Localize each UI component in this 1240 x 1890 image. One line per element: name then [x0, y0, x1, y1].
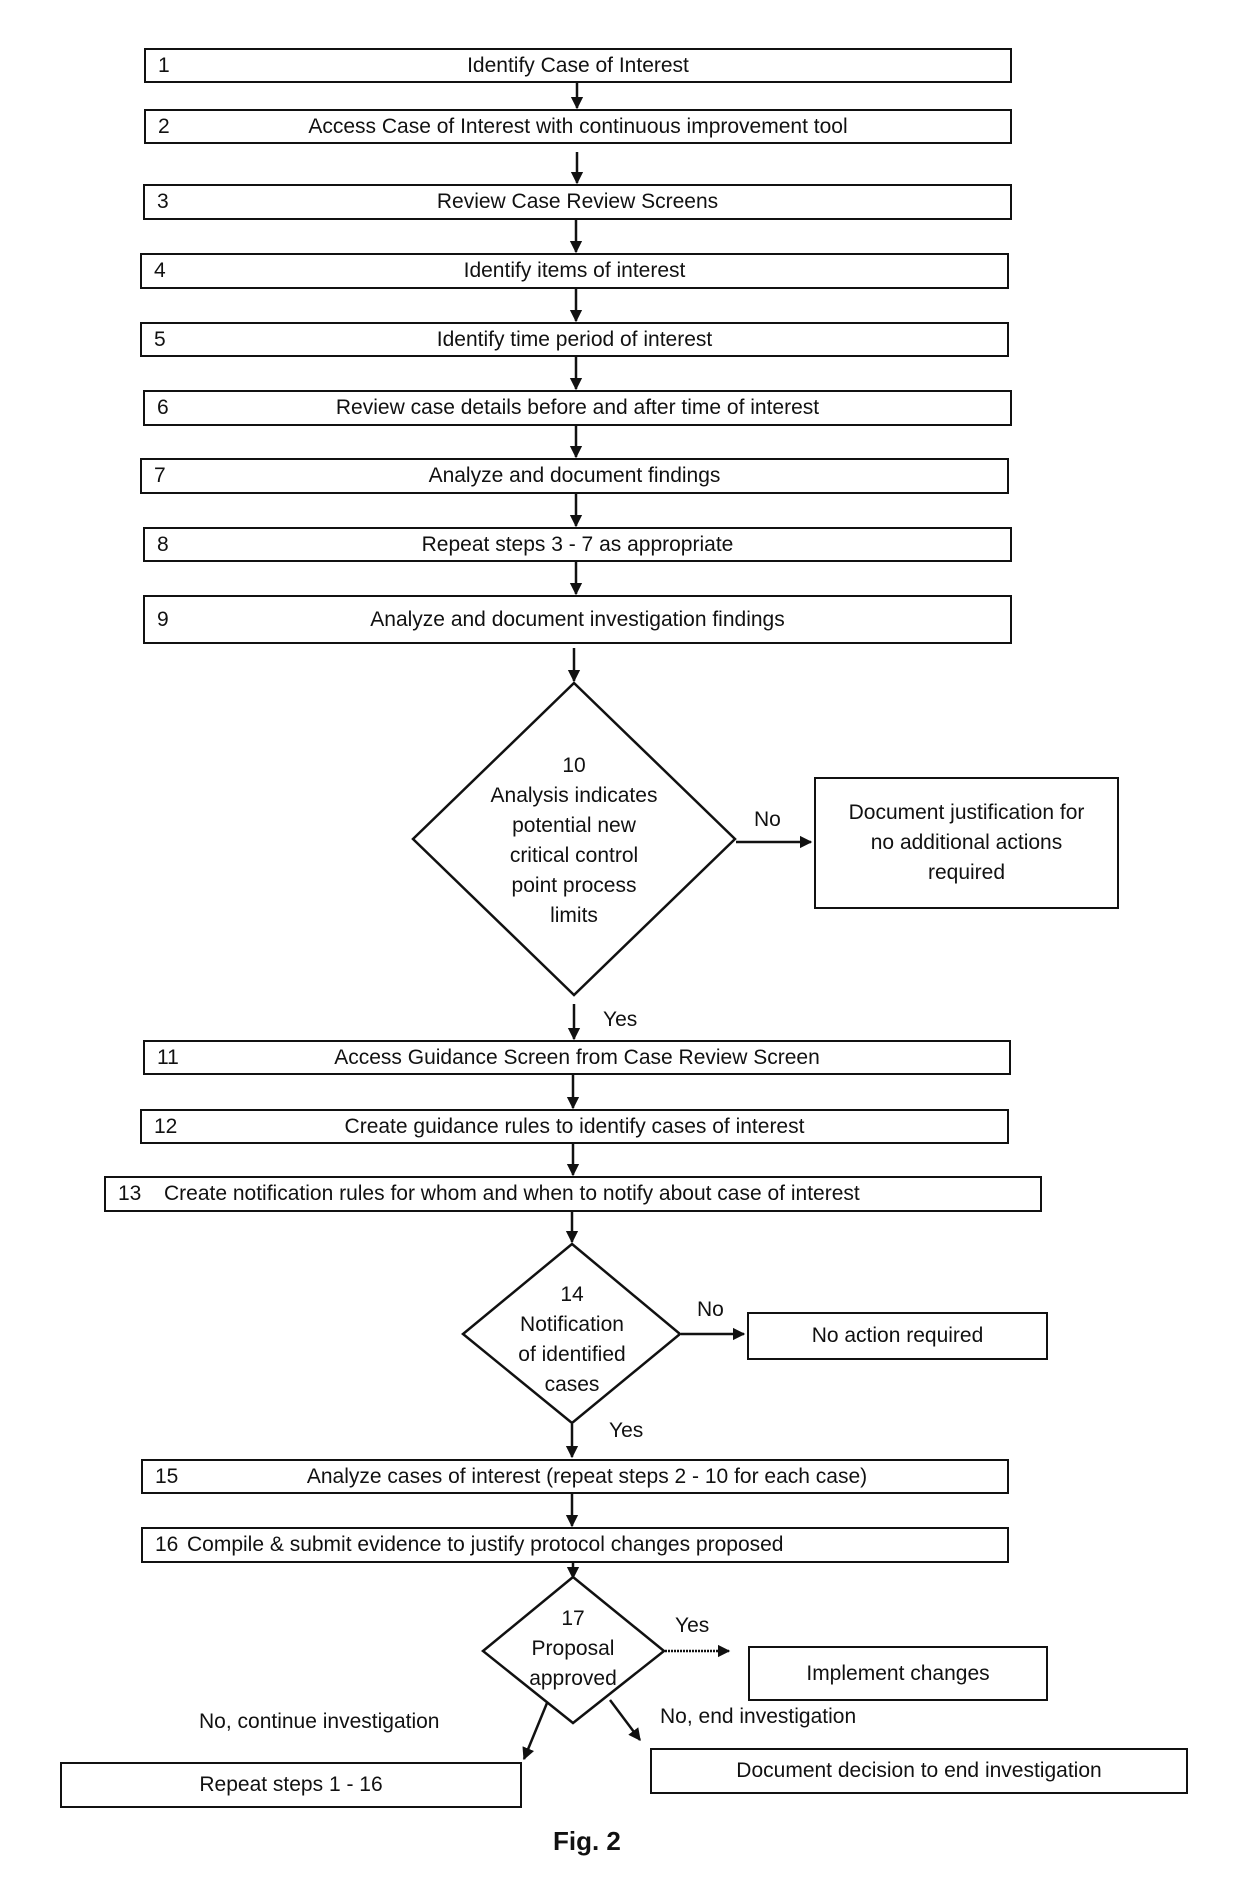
- decision-line: Notification: [520, 1313, 624, 1336]
- decision-10-no-label: No: [754, 808, 781, 831]
- step-box-7: 7 Analyze and document findings: [140, 458, 1009, 494]
- step-label: Create guidance rules to identify cases …: [344, 1114, 805, 1138]
- decision-number: 14: [560, 1283, 584, 1306]
- step-number: 9: [157, 607, 169, 631]
- step-box-16: 16 Compile & submit evidence to justify …: [141, 1527, 1009, 1563]
- step-label: Identify time period of interest: [436, 327, 713, 351]
- decision-17-no-continue-label: No, continue investigation: [199, 1710, 440, 1733]
- step-number: 1: [158, 53, 170, 77]
- decision-number: 17: [561, 1607, 585, 1630]
- step-box-9: 9 Analyze and document investigation fin…: [143, 595, 1012, 644]
- arrow-17-no-continue: [522, 1702, 549, 1761]
- step-box-15: 15 Analyze cases of interest (repeat ste…: [141, 1459, 1009, 1494]
- decision-line: potential new: [512, 814, 636, 837]
- step-label: Analyze cases of interest (repeat steps …: [306, 1464, 868, 1488]
- step-label: Access Guidance Screen from Case Review …: [334, 1045, 820, 1069]
- outcome-label: No action required: [811, 1324, 984, 1347]
- decision-10-text: 10 Analysis indicates potential new crit…: [454, 751, 694, 931]
- step-label: Review case details before and after tim…: [335, 396, 820, 419]
- step-number: 15: [155, 1464, 179, 1488]
- step-label: Access Case of Interest with continuous …: [308, 114, 848, 138]
- decision-14-no-label: No: [697, 1298, 724, 1321]
- figure-caption: Fig. 2: [553, 1826, 621, 1856]
- step-label: Create notification rules for whom and w…: [164, 1182, 860, 1205]
- arrow-17-no-end: [609, 1699, 641, 1741]
- outcome-label: Document justification for no additional…: [848, 801, 1085, 884]
- decision-line: of identified: [518, 1343, 626, 1366]
- outcome-box-repeat-steps: Repeat steps 1 - 16: [60, 1762, 522, 1808]
- step-label: Compile & submit evidence to justify pro…: [187, 1533, 784, 1556]
- step-number: 3: [157, 190, 169, 213]
- step-number: 13: [118, 1182, 142, 1205]
- step-box-3: 3 Review Case Review Screens: [143, 184, 1012, 220]
- decision-14-yes-label: Yes: [609, 1419, 644, 1442]
- step-number: 8: [157, 532, 169, 556]
- step-number: 2: [158, 114, 170, 138]
- decision-10-yes-label: Yes: [603, 1008, 638, 1031]
- step-number: 16: [155, 1533, 179, 1556]
- step-box-1: 1 Identify Case of Interest: [144, 48, 1012, 83]
- step-number: 11: [157, 1045, 179, 1069]
- step-box-2: 2 Access Case of Interest with continuou…: [144, 109, 1012, 144]
- outcome-box-document-decision: Document decision to end investigation: [650, 1748, 1188, 1794]
- outcome-label: Repeat steps 1 - 16: [199, 1773, 383, 1796]
- outcome-box-no-additional-actions: Document justification for no additional…: [814, 777, 1119, 909]
- decision-line: Proposal: [531, 1637, 615, 1660]
- outcome-label: Document decision to end investigation: [736, 1759, 1102, 1782]
- decision-line: approved: [529, 1667, 617, 1690]
- decision-line: point process: [511, 874, 637, 897]
- step-box-8: 8 Repeat steps 3 - 7 as appropriate: [143, 527, 1012, 562]
- decision-17-text: 17 Proposal approved: [503, 1604, 643, 1694]
- step-box-4: 4 Identify items of interest: [140, 253, 1009, 289]
- decision-line: Analysis indicates: [490, 784, 658, 807]
- decision-17-no-end-label: No, end investigation: [660, 1705, 857, 1728]
- decision-17-yes-label: Yes: [675, 1614, 710, 1637]
- step-number: 5: [154, 327, 166, 351]
- step-box-5: 5 Identify time period of interest: [140, 322, 1009, 357]
- outcome-box-no-action-required: No action required: [747, 1312, 1048, 1360]
- step-label: Identify items of interest: [463, 259, 686, 282]
- step-label: Identify Case of Interest: [467, 53, 689, 77]
- step-number: 12: [154, 1114, 178, 1138]
- step-label: Analyze and document findings: [428, 464, 721, 487]
- decision-line: cases: [544, 1373, 600, 1396]
- step-label: Repeat steps 3 - 7 as appropriate: [421, 532, 734, 556]
- outcome-label: Implement changes: [806, 1661, 990, 1685]
- step-box-11: 11 Access Guidance Screen from Case Revi…: [143, 1040, 1011, 1075]
- step-label: Analyze and document investigation findi…: [370, 607, 785, 631]
- outcome-box-implement-changes: Implement changes: [748, 1646, 1048, 1701]
- decision-number: 10: [562, 754, 586, 777]
- step-box-13: 13 Create notification rules for whom an…: [104, 1176, 1042, 1212]
- step-box-6: 6 Review case details before and after t…: [143, 390, 1012, 426]
- step-box-12: 12 Create guidance rules to identify cas…: [140, 1109, 1009, 1144]
- step-number: 7: [154, 464, 166, 487]
- decision-14-text: 14 Notification of identified cases: [492, 1280, 652, 1400]
- decision-line: limits: [550, 904, 598, 927]
- step-number: 6: [157, 396, 169, 419]
- step-number: 4: [154, 259, 166, 282]
- decision-line: critical control: [509, 844, 639, 867]
- step-label: Review Case Review Screens: [436, 190, 719, 213]
